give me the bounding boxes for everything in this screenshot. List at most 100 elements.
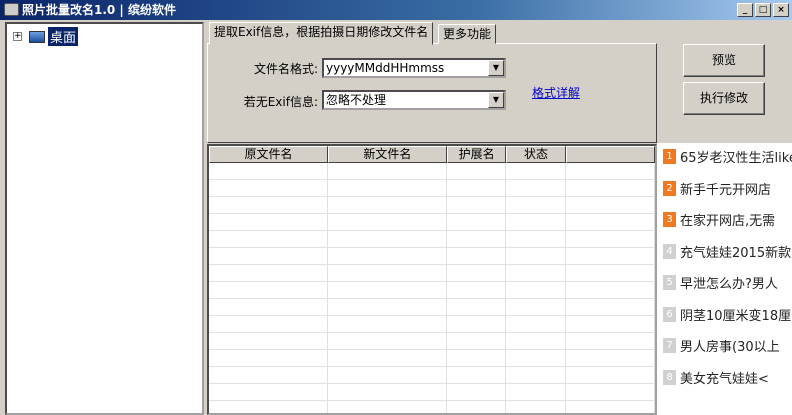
folder-tree[interactable]: + 桌面	[5, 22, 204, 415]
column-status[interactable]: 状态	[506, 146, 566, 163]
table-cell	[566, 163, 655, 179]
table-cell	[209, 350, 328, 366]
table-cell	[209, 333, 328, 349]
table-cell	[566, 248, 655, 264]
table-cell	[209, 316, 328, 332]
file-list[interactable]: 原文件名 新文件名 护展名 状态	[207, 144, 657, 415]
table-row	[209, 367, 655, 384]
table-row	[209, 197, 655, 214]
table-cell	[328, 367, 447, 383]
rank-badge: 1	[663, 149, 676, 164]
table-cell	[506, 265, 566, 281]
table-row	[209, 401, 655, 413]
rank-badge: 2	[663, 180, 676, 196]
table-cell	[209, 231, 328, 247]
table-cell	[566, 367, 655, 383]
column-empty[interactable]	[565, 146, 655, 163]
ad-item[interactable]: 8 美女充气娃娃<	[663, 368, 769, 387]
table-cell	[209, 197, 328, 213]
table-row	[209, 316, 655, 333]
table-cell	[506, 384, 566, 400]
table-cell	[447, 248, 507, 264]
ad-panel: 165岁老汉性生活likely2新手千元开网店3在家开网店,无需4充气娃娃201…	[657, 143, 792, 415]
table-cell	[447, 384, 507, 400]
table-cell	[506, 367, 566, 383]
noexif-combo[interactable]: 忽略不处理 ▼	[322, 90, 506, 110]
preview-button[interactable]: 预览	[683, 44, 765, 77]
app-camera-icon	[4, 3, 19, 16]
maximize-button[interactable]: □	[755, 3, 771, 17]
minimize-button[interactable]: _	[737, 3, 753, 17]
table-cell	[447, 316, 507, 332]
table-cell	[209, 265, 328, 281]
table-cell	[328, 197, 447, 213]
noexif-value: 忽略不处理	[326, 93, 387, 107]
expand-icon[interactable]: +	[13, 32, 22, 41]
execute-button[interactable]: 执行修改	[683, 82, 765, 115]
ad-item[interactable]: 1 65岁老汉性生活likely	[663, 147, 792, 166]
table-cell	[447, 333, 507, 349]
ad-item[interactable]: 5 早泄怎么办?男人	[663, 273, 778, 292]
dropdown-arrow-icon[interactable]: ▼	[488, 92, 504, 108]
table-cell	[328, 265, 447, 281]
table-cell	[566, 265, 655, 281]
title-bar[interactable]: 照片批量改名1.0 | 缤纷软件 _ □ ×	[0, 0, 792, 20]
ad-link[interactable]: 在家开网店,无需	[680, 210, 775, 229]
ad-item[interactable]: 2 新手千元开网店	[663, 179, 771, 198]
tab-more-features[interactable]: 更多功能	[438, 24, 497, 44]
table-row	[209, 248, 655, 265]
table-cell	[566, 316, 655, 332]
table-cell	[328, 350, 447, 366]
rank-badge: 7	[663, 338, 676, 353]
table-cell	[447, 282, 507, 298]
table-cell	[328, 333, 447, 349]
table-row	[209, 282, 655, 299]
column-extension[interactable]: 护展名	[446, 146, 507, 163]
rank-badge: 4	[663, 243, 676, 259]
table-cell	[328, 248, 447, 264]
table-cell	[566, 401, 655, 413]
ad-link[interactable]: 充气娃娃2015新款	[680, 242, 791, 261]
ad-link[interactable]: 早泄怎么办?男人	[680, 273, 778, 292]
column-new-name[interactable]: 新文件名	[327, 146, 447, 163]
ad-item[interactable]: 3 在家开网店,无需	[663, 210, 775, 229]
ad-link[interactable]: 阴茎10厘米变18厘	[680, 305, 791, 324]
ad-item[interactable]: 7 男人房事(30以上	[663, 336, 780, 355]
table-cell	[209, 282, 328, 298]
table-cell	[447, 350, 507, 366]
table-cell	[328, 282, 447, 298]
table-cell	[209, 180, 328, 196]
format-value: yyyyMMddHHmmss	[326, 61, 445, 75]
table-cell	[209, 248, 328, 264]
table-row	[209, 384, 655, 401]
ad-link[interactable]: 男人房事(30以上	[680, 336, 780, 355]
format-help-link[interactable]: 格式详解	[532, 84, 580, 101]
ad-link[interactable]: 65岁老汉性生活likely	[680, 147, 792, 166]
close-button[interactable]: ×	[773, 3, 789, 17]
tab-exif-rename[interactable]: 提取Exif信息，根据拍摄日期修改文件名	[209, 22, 434, 45]
ad-link[interactable]: 新手千元开网店	[680, 179, 771, 198]
table-cell	[328, 384, 447, 400]
table-cell	[209, 367, 328, 383]
ad-item[interactable]: 4 充气娃娃2015新款	[663, 242, 791, 261]
format-combo[interactable]: yyyyMMddHHmmss ▼	[322, 58, 506, 78]
tree-node-label[interactable]: 桌面	[48, 27, 79, 46]
table-cell	[506, 231, 566, 247]
table-cell	[328, 214, 447, 230]
ad-item[interactable]: 6 阴茎10厘米变18厘	[663, 305, 791, 324]
dropdown-arrow-icon[interactable]: ▼	[488, 60, 504, 76]
table-cell	[506, 333, 566, 349]
table-cell	[566, 333, 655, 349]
table-cell	[506, 197, 566, 213]
table-row	[209, 333, 655, 350]
table-cell	[328, 231, 447, 247]
table-cell	[209, 163, 328, 179]
table-cell	[506, 163, 566, 179]
table-cell	[506, 180, 566, 196]
table-cell	[506, 214, 566, 230]
tab-control: 文件名格式: yyyyMMddHHmmss ▼ 若无Exif信息: 忽略不处理 …	[207, 22, 657, 143]
column-original-name[interactable]: 原文件名	[209, 146, 328, 163]
table-cell	[566, 350, 655, 366]
ad-link[interactable]: 美女充气娃娃<	[680, 368, 769, 387]
tree-node-desktop[interactable]: + 桌面	[13, 27, 79, 46]
